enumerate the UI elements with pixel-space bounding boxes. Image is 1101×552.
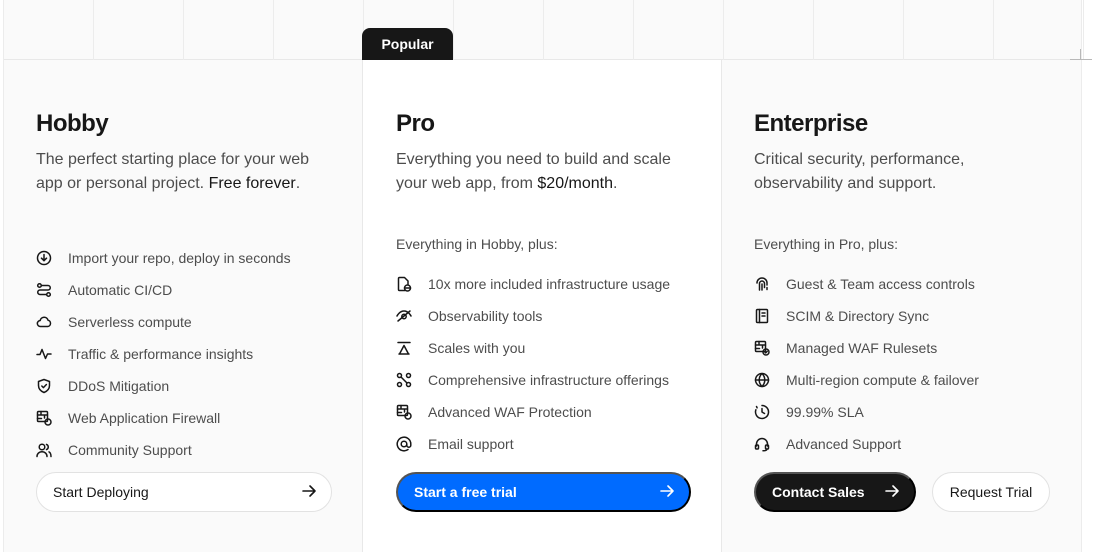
cloud-icon [36,314,52,330]
contact-sales-button[interactable]: Contact Sales [754,472,916,512]
feature-item: Automatic CI/CD [36,274,362,306]
feature-item: 10x more included infrastructure usage [396,268,721,300]
request-trial-button[interactable]: Request Trial [932,472,1050,512]
activity-icon [36,346,52,362]
globe-icon [754,372,770,388]
feature-item: Advanced WAF Protection [396,396,721,428]
clock-icon [754,404,770,420]
feature-item: Serverless compute [36,306,362,338]
arrow-right-icon [884,483,900,502]
feature-item: Advanced Support [754,428,1081,460]
plan-card-hobby: Hobby The perfect starting place for you… [4,60,362,552]
cta-row: Start Deploying [36,472,332,512]
plan-title: Enterprise [754,110,868,137]
feature-item: Traffic & performance insights [36,338,362,370]
feature-item: Email support [396,428,721,460]
plan-title: Hobby [36,110,109,137]
scale-icon [396,340,412,356]
git-branch-icon [36,282,52,298]
feature-item: Web Application Firewall [36,402,362,434]
cta-row: Contact Sales Request Trial [754,472,1050,512]
start-deploying-button[interactable]: Start Deploying [36,472,332,512]
firewall-icon [396,404,412,420]
arrow-right-icon [301,483,317,502]
plus-label: Everything in Pro, plus: [754,236,898,252]
start-free-trial-button[interactable]: Start a free trial [396,472,691,512]
shield-icon [36,378,52,394]
feature-item: Scales with you [396,332,721,364]
popular-badge: Popular [362,28,453,60]
feature-list: 10x more included infrastructure usage O… [396,268,721,460]
feature-item: Managed WAF Rulesets [754,332,1081,364]
headset-icon [754,436,770,452]
price-highlight: Free forever [208,175,296,192]
eye-icon [396,308,412,324]
feature-item: Import your repo, deploy in seconds [36,242,362,274]
nodes-icon [396,372,412,388]
feature-item: DDoS Mitigation [36,370,362,402]
price-highlight: $20/month [537,175,614,192]
page-globe-icon [396,276,412,292]
plan-description: Everything you need to build and scale y… [396,151,671,192]
arrow-right-icon [659,483,675,502]
firewall-check-icon [754,340,770,356]
firewall-icon [36,410,52,426]
right-grid-rule [1081,0,1082,552]
plan-title: Pro [396,110,435,137]
feature-item: Observability tools [396,300,721,332]
top-grid-strip [4,0,1084,60]
feature-item: Multi-region compute & failover [754,364,1081,396]
plan-card-pro: Pro Everything you need to build and sca… [362,60,722,552]
plus-label: Everything in Hobby, plus: [396,236,558,252]
fingerprint-icon [754,276,770,292]
feature-item: Comprehensive infrastructure offerings [396,364,721,396]
arrow-down-circle-icon [36,250,52,266]
plan-description: Critical security, performance, observab… [754,151,965,192]
feature-item: Community Support [36,434,362,466]
plan-card-enterprise: Enterprise Critical security, performanc… [722,60,1081,552]
cta-row: Start a free trial [396,472,691,512]
directory-icon [754,308,770,324]
feature-item: 99.99% SLA [754,396,1081,428]
feature-list: Import your repo, deploy in seconds Auto… [36,242,362,466]
feature-item: SCIM & Directory Sync [754,300,1081,332]
users-icon [36,442,52,458]
plan-description: The perfect starting place for your web … [36,151,310,192]
feature-list: Guest & Team access controls SCIM & Dire… [754,268,1081,460]
at-sign-icon [396,436,412,452]
feature-item: Guest & Team access controls [754,268,1081,300]
